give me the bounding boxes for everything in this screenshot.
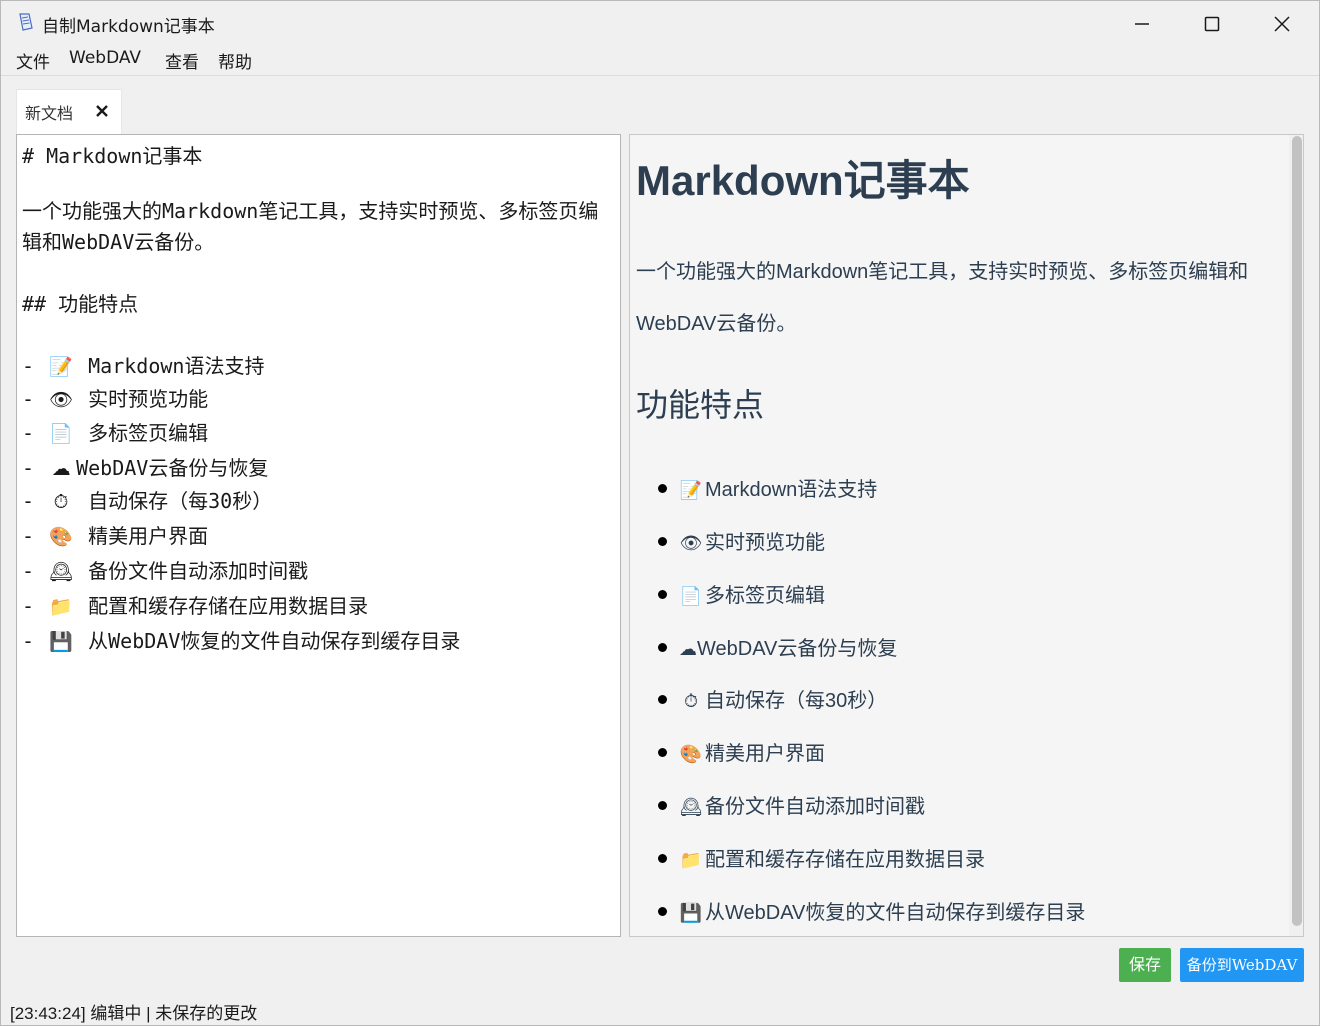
preview-list-item: 👁 实时预览功能 [658, 526, 825, 555]
markdown-preview[interactable]: Markdown记事本 一个功能强大的Markdown笔记工具，支持实时预览、多… [629, 134, 1304, 937]
preview-list-item: ☁WebDAV云备份与恢复 [658, 632, 897, 661]
preview-list-item: 🎨 精美用户界面 [658, 737, 825, 766]
menu-help[interactable]: 帮助 [218, 48, 252, 73]
preview-list-item: 📄 多标签页编辑 [658, 579, 825, 608]
editor-list-item: - 🎨 精美用户界面 [22, 524, 209, 548]
palette-icon: 🎨 [49, 526, 73, 548]
minimize-button[interactable] [1107, 1, 1177, 45]
memo-icon: 📝 [49, 356, 73, 378]
bullet [658, 801, 667, 811]
cloud-icon: ☁ [51, 458, 71, 480]
tab-new-document[interactable]: 新文档 [16, 89, 122, 134]
stopwatch-icon: ⏱ [53, 491, 69, 513]
bullet [658, 537, 667, 547]
page-icon: 📄 [679, 586, 703, 607]
memo-icon: 📝 [679, 480, 703, 501]
editor-list-item: - 🕰 备份文件自动添加时间戳 [22, 559, 309, 583]
tab-label: 新文档 [25, 104, 74, 123]
eye-icon: 👁 [679, 533, 703, 554]
editor-list-item: - 📝 Markdown语法支持 [22, 354, 265, 378]
cloud-icon: ☁ [679, 639, 697, 660]
bullet [658, 590, 667, 600]
window-title: 自制Markdown记事本 [42, 17, 215, 37]
tab-close-icon[interactable] [93, 102, 111, 120]
menu-view[interactable]: 查看 [165, 48, 199, 73]
editor-line-h1: # Markdown记事本 [22, 144, 203, 168]
stopwatch-icon: ⏱ [683, 691, 699, 712]
editor-list-item: - 📁 配置和缓存存储在应用数据目录 [22, 594, 369, 618]
title-bar[interactable]: 自制Markdown记事本 [1, 1, 1319, 45]
editor-list-item: - 💾 从WebDAV恢复的文件自动保存到缓存目录 [22, 629, 461, 653]
save-button[interactable]: 保存 [1119, 948, 1171, 982]
eye-icon: 👁 [49, 389, 74, 411]
preview-heading-1: Markdown记事本 [636, 157, 970, 204]
app-window: 自制Markdown记事本 文件 WebDAV 查看 帮助 新文档 # Mark… [0, 0, 1320, 1026]
menu-file[interactable]: 文件 [16, 48, 50, 73]
preview-paragraph: 一个功能强大的Markdown笔记工具，支持实时预览、多标签页编辑和WebDAV… [636, 261, 1249, 335]
bullet [658, 748, 667, 758]
close-icon [1274, 16, 1290, 32]
editor-line-paragraph: 一个功能强大的Markdown笔记工具，支持实时预览、多标签页编辑和WebDAV… [22, 199, 599, 254]
clock-icon: 🕰 [49, 561, 74, 583]
preview-list-item: 💾 从WebDAV恢复的文件自动保存到缓存目录 [658, 896, 1085, 925]
preview-scrollbar-thumb[interactable] [1292, 136, 1302, 926]
palette-icon: 🎨 [679, 744, 703, 765]
page-icon: 📄 [49, 423, 73, 445]
backup-webdav-button[interactable]: 备份到WebDAV [1180, 948, 1304, 982]
preview-list-item: ⏱ 自动保存（每30秒） [658, 684, 887, 713]
menu-bar: 文件 WebDAV 查看 帮助 [1, 45, 1319, 76]
bullet [658, 695, 667, 705]
markdown-editor[interactable]: # Markdown记事本 一个功能强大的Markdown笔记工具，支持实时预览… [16, 134, 621, 937]
bullet [658, 643, 667, 653]
clock-icon: 🕰 [679, 797, 703, 818]
status-bar: [23:43:24] 编辑中 | 未保存的更改 [10, 1004, 258, 1023]
bullet [658, 907, 667, 917]
editor-list-item: - ☁ WebDAV云备份与恢复 [22, 456, 269, 480]
folder-icon: 📁 [679, 850, 703, 871]
preview-heading-2: 功能特点 [636, 387, 765, 423]
maximize-button[interactable] [1177, 1, 1247, 45]
folder-icon: 📁 [49, 596, 73, 618]
preview-list-item: 🕰 备份文件自动添加时间戳 [658, 790, 925, 819]
bullet [658, 484, 667, 494]
editor-line-h2: ## 功能特点 [22, 292, 139, 316]
editor-list-item: - 👁 实时预览功能 [22, 387, 209, 411]
notepad-app-icon [19, 13, 33, 31]
menu-webdav[interactable]: WebDAV [69, 48, 141, 68]
editor-list-item: - ⏱ 自动保存（每30秒） [22, 489, 273, 513]
floppy-disk-icon: 💾 [49, 631, 73, 653]
maximize-icon [1204, 16, 1220, 32]
close-window-button[interactable] [1247, 1, 1317, 45]
minimize-icon [1135, 23, 1149, 25]
preview-list-item: 📝 Markdown语法支持 [658, 473, 877, 502]
preview-list-item: 📁 配置和缓存存储在应用数据目录 [658, 843, 985, 872]
bullet [658, 854, 667, 864]
floppy-disk-icon: 💾 [679, 903, 703, 924]
editor-list-item: - 📄 多标签页编辑 [22, 421, 209, 445]
